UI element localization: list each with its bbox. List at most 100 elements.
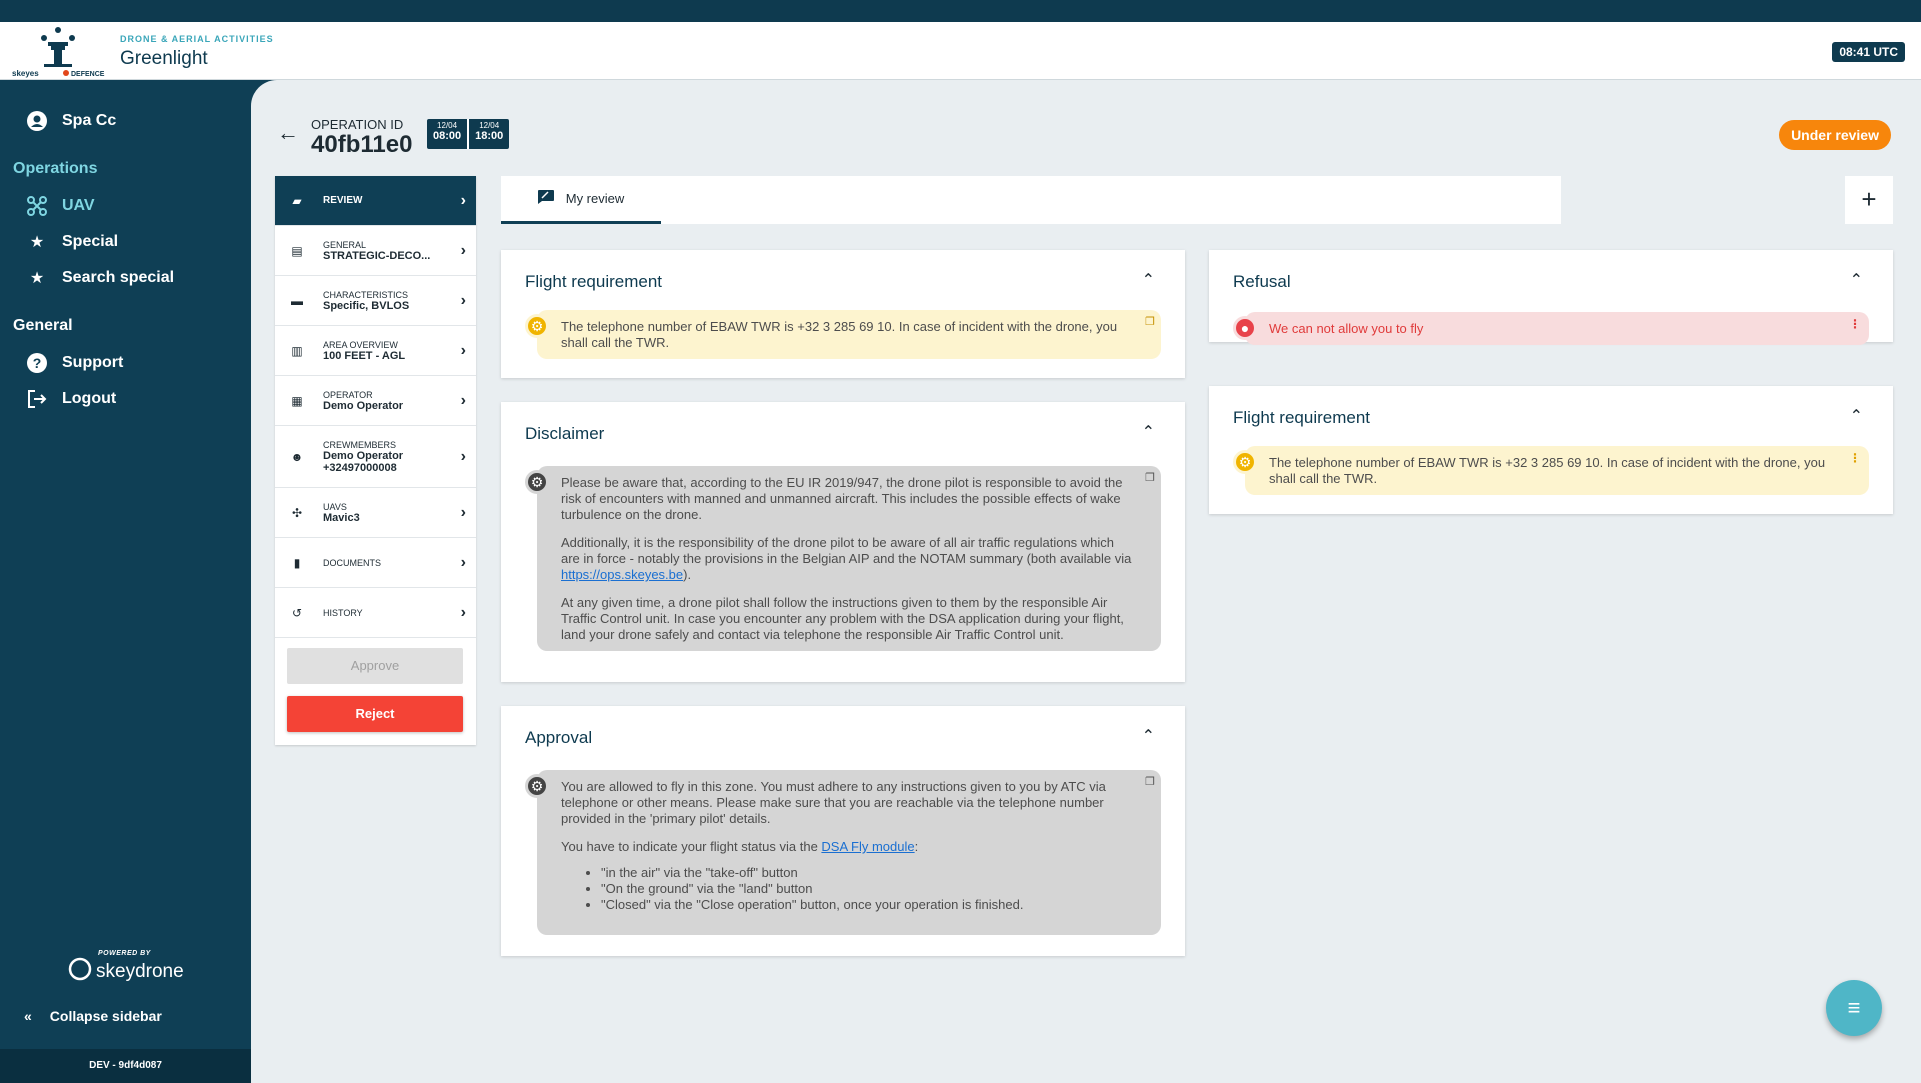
step-crewmembers[interactable]: ☻ CREWMEMBERS Demo Operator +32497000008 › [275,426,476,488]
chevron-right-icon: › [460,553,466,571]
operation-id-label: OPERATION ID [311,117,404,132]
more-vert-icon[interactable]: ⋮ [1849,316,1861,332]
text-fragment: Additionally, it is the responsibility o… [561,535,1132,566]
approval-paragraph: You are allowed to fly in this zone. You… [561,779,1106,826]
gear-icon: ⚙ [1233,450,1257,474]
chevron-up-icon[interactable]: ⌃ [1142,270,1155,290]
help-icon: ? [26,352,48,374]
powered-by: POWERED BY skeydrone [68,950,184,987]
step-label: OPERATOR [323,389,373,400]
search-star-icon: ★ [29,270,45,287]
general-section-title: General [13,317,73,334]
step-uavs[interactable]: ✣ UAVS Mavic3 › [275,488,476,538]
end-time: 18:00 [475,130,504,142]
person-add-icon: ☻ [290,449,304,464]
step-history[interactable]: ↺ HISTORY › [275,588,476,638]
back-arrow-icon[interactable]: ← [277,120,299,146]
operations-section-title: Operations [13,160,98,177]
sidebar-item-logout[interactable]: Logout [26,388,116,410]
chevron-right-icon: › [460,341,466,359]
disclaimer-paragraph: Please be aware that, according to the E… [561,475,1123,522]
logo-text-right: DEFENCE [71,71,105,78]
step-label: UAVS [323,501,347,512]
user-name: Spa Cc [62,112,117,129]
history-icon: ↺ [291,605,303,620]
brand-name: skeydrone [96,961,184,982]
chevron-up-icon[interactable]: ⌃ [1850,270,1863,290]
more-vert-icon[interactable]: ⋮ [1849,450,1861,466]
step-characteristics[interactable]: ▬ CHARACTERISTICS Specific, BVLOS › [275,276,476,326]
flight-requirement-right-card: Flight requirement ⌃ ⚙ The telephone num… [1209,386,1893,514]
text-fragment: : [914,839,919,854]
disclaimer-card: Disclaimer ⌃ ⚙ Please be aware that, acc… [501,402,1185,682]
add-review-button[interactable]: + [1845,176,1893,224]
card-title: Disclaimer [525,424,605,443]
end-date: 12/04 [479,121,500,130]
start-time: 08:00 [433,130,462,142]
copy-icon[interactable]: ❐ [1145,470,1155,486]
step-value: Specific, BVLOS [323,299,410,312]
chevron-right-icon: › [460,391,466,409]
list-item: "On the ground" via the "land" button [601,881,1133,897]
sidebar-item-search-special[interactable]: ★ Search special [26,267,174,289]
skeyes-defence-logo: skeyes DEFENCE [8,24,120,78]
star-icon: ★ [29,234,45,251]
menu-fab-button[interactable]: ≡ [1826,980,1882,1036]
sidebar-item-uav[interactable]: UAV [26,195,95,217]
sidebar-item-support[interactable]: ? Support [26,352,123,374]
step-review[interactable]: ▰ REVIEW › [275,176,476,226]
approval-paragraph: You have to indicate your flight status … [561,839,1133,855]
sidebar-item-label: Logout [62,390,117,407]
step-label: CREWMEMBERS [323,439,397,450]
menu-icon: ≡ [1847,995,1861,1020]
reject-button[interactable]: Reject [287,696,463,732]
chevron-right-icon: › [460,603,466,621]
approval-card: Approval ⌃ ⚙ You are allowed to fly in t… [501,706,1185,956]
document-icon: ▮ [293,555,301,570]
logout-icon [26,388,48,410]
step-general[interactable]: ▤ GENERAL STRATEGIC-DECO... › [275,226,476,276]
sidebar: Spa Cc Operations UAV ★ Special ★ Search… [0,80,251,1083]
person-icon: ● [1233,316,1257,340]
copy-icon[interactable]: ❐ [1145,314,1155,330]
chevron-right-icon: › [460,241,466,259]
chevron-up-icon[interactable]: ⌃ [1142,422,1155,442]
ops-skeyes-link[interactable]: https://ops.skeyes.be [561,567,683,582]
disclaimer-message: ⚙ Please be aware that, according to the… [525,466,1161,651]
approve-button[interactable]: Approve [287,648,463,684]
sidebar-item-special[interactable]: ★ Special [26,231,118,253]
card-title: Refusal [1233,272,1291,291]
step-operator[interactable]: ▦ OPERATOR Demo Operator › [275,376,476,426]
map-icon: ▥ [291,343,303,358]
tab-my-review[interactable]: My review [501,176,661,224]
chevron-up-icon[interactable]: ⌃ [1142,726,1155,746]
step-area-overview[interactable]: ▥ AREA OVERVIEW 100 FEET - AGL › [275,326,476,376]
copy-icon[interactable]: ❐ [1145,774,1155,790]
chevron-right-icon: › [460,291,466,309]
step-label: CHARACTERISTICS [323,289,409,300]
step-value: STRATEGIC-DECO... [323,249,431,262]
tab-label: My review [565,191,625,206]
review-tabs: My review [501,176,1561,224]
chevron-up-icon[interactable]: ⌃ [1850,406,1863,426]
drone-icon: ✣ [291,505,303,520]
dsa-fly-module-link[interactable]: DSA Fly module [821,839,914,854]
step-label: REVIEW [323,195,363,206]
svg-text:?: ? [33,355,42,371]
plus-icon: + [1861,184,1877,214]
step-documents[interactable]: ▮ DOCUMENTS › [275,538,476,588]
chevron-right-icon: › [460,447,466,465]
collapse-sidebar-button[interactable]: « Collapse sidebar [24,1008,162,1024]
card-title: Flight requirement [525,272,663,291]
chevron-right-icon: › [460,503,466,521]
user-profile[interactable]: Spa Cc [26,110,116,132]
disclaimer-paragraph: At any given time, a drone pilot shall f… [561,595,1124,642]
refusal-card: Refusal ⌃ ● We can not allow you to fly … [1209,250,1893,345]
app-title: Greenlight [120,48,208,69]
collapse-label: Collapse sidebar [49,1008,162,1024]
card-title: Approval [525,728,593,747]
build-version: DEV - 9df4d087 [0,1049,251,1083]
logo-text-left: skeyes [12,69,39,78]
flight-requirement-message: ⚙ The telephone number of EBAW TWR is +3… [525,310,1161,359]
disclaimer-paragraph: Additionally, it is the responsibility o… [561,535,1133,583]
